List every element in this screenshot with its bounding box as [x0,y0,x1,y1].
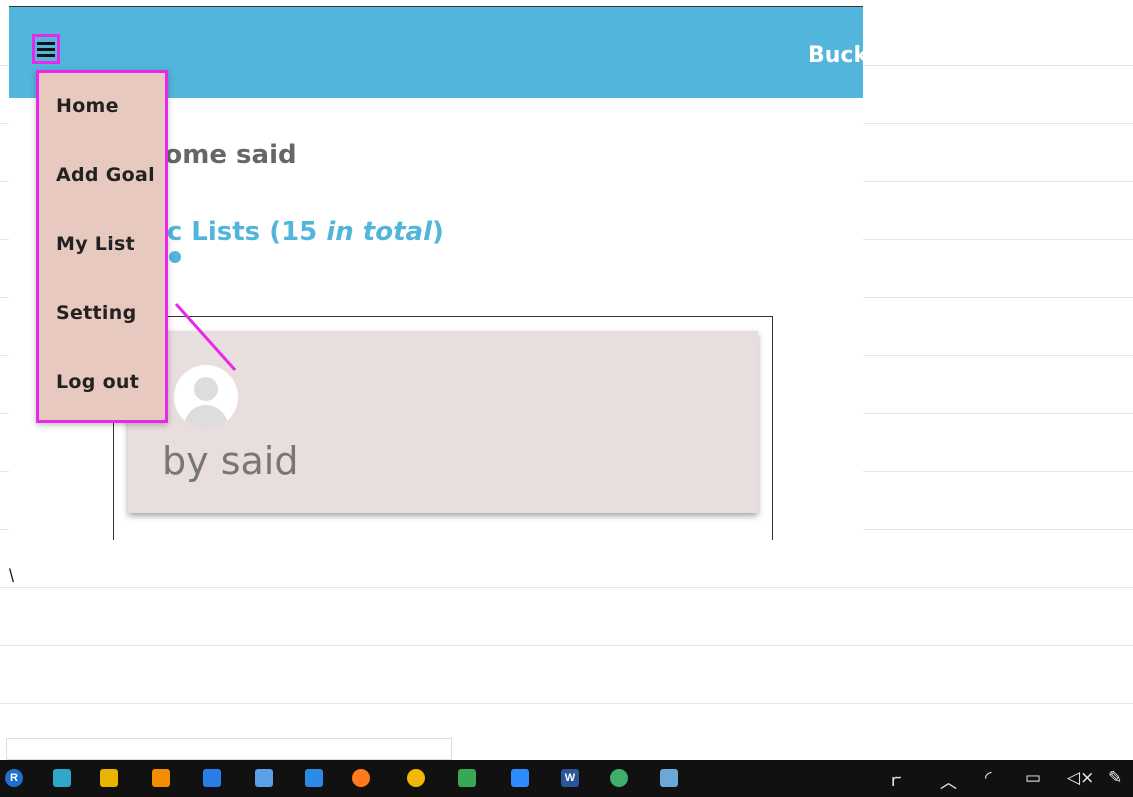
menu-item-log-out[interactable]: Log out [56,371,139,393]
welcome-heading: come said [149,140,297,170]
menu-item-my-list[interactable]: My List [56,233,135,255]
avatar-head [194,377,218,401]
bullet-dot [169,251,181,263]
lamp-icon[interactable] [100,769,118,787]
chrome-icon[interactable] [407,769,425,787]
card-author: by said [162,439,299,483]
zoom-icon[interactable] [511,769,529,787]
network-tool-icon[interactable] [255,769,273,787]
notes-app-icon[interactable] [660,769,678,787]
volume-muted-icon[interactable]: ◁× [1067,768,1094,788]
atom-icon[interactable] [610,769,628,787]
menu-item-add-goal[interactable]: Add Goal [56,164,155,186]
vscode-icon[interactable] [305,769,323,787]
list-card[interactable]: by said [128,331,758,513]
menu-item-home[interactable]: Home [56,95,119,117]
public-lists-prefix: lic Lists (15 [149,217,327,247]
nav-dropdown-menu: Home Add Goal My List Setting Log out [36,70,168,423]
git-icon[interactable] [53,769,71,787]
public-lists-suffix: ) [431,217,444,247]
menu-item-setting[interactable]: Setting [56,302,136,324]
chevron-up-icon[interactable]: ︿ [940,768,957,793]
text-input-box[interactable] [6,738,452,760]
public-lists-heading: lic Lists (15 in total) [149,217,444,247]
vlc-icon[interactable] [152,769,170,787]
menu-bar-line [37,47,55,51]
backslash-text: \ [9,566,15,586]
battery-icon[interactable]: ▭ [1025,768,1041,788]
camera-app-icon[interactable] [203,769,221,787]
wifi-icon[interactable]: ◜ [985,768,992,788]
avatar-body [184,405,228,429]
menu-bar-line [37,53,55,57]
r-icon[interactable]: R [5,769,23,787]
word-icon[interactable]: W [561,769,579,787]
menu-bar-line [37,41,55,45]
store-icon[interactable] [458,769,476,787]
firefox-icon[interactable] [352,769,370,787]
app-title: Buck [808,43,863,68]
public-lists-italic: in total [326,217,432,247]
pen-icon[interactable]: ✎ [1108,768,1122,788]
taskbar: R Wꭈ ︿ ◜ ▭ ◁× ✎ [0,760,1133,797]
avatar-icon [174,365,238,429]
people-icon[interactable]: ꭈ [891,768,901,791]
hamburger-menu-button[interactable] [32,34,60,64]
